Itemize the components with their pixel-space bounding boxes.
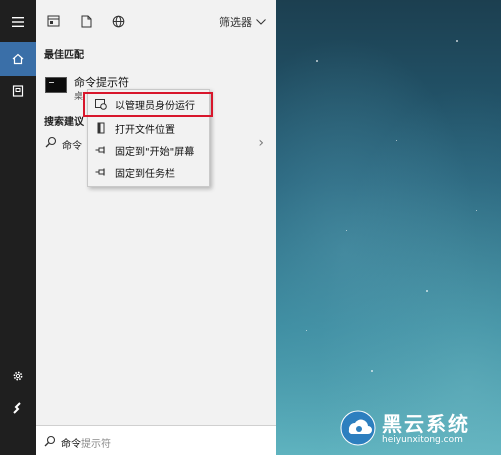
start-rail [0, 0, 36, 455]
search-input[interactable]: 命令提示符 [61, 435, 111, 450]
hamburger-menu-icon [12, 17, 24, 27]
watermark: 黑云系统 heiyunxitong.com [340, 408, 498, 452]
documents-button[interactable] [0, 74, 36, 108]
filter-dropdown[interactable]: 筛选器 [219, 15, 266, 29]
star [426, 290, 428, 292]
pin-to-start-menu-item[interactable]: 固定到"开始"屏幕 [88, 139, 209, 161]
star [371, 370, 373, 372]
web-search-query: 命令 [62, 141, 82, 152]
star [476, 210, 477, 211]
documents-filter-button[interactable] [78, 13, 94, 29]
settings-button[interactable] [0, 359, 36, 393]
run-as-admin-menu-item[interactable]: 以管理员身份运行 [88, 93, 209, 115]
star [346, 230, 347, 231]
menu-item-label: 以管理员身份运行 [115, 100, 195, 112]
search-icon [45, 136, 57, 148]
user-icon [13, 402, 21, 414]
result-name: 命令提示符 [74, 76, 129, 89]
search-icon [44, 435, 56, 447]
pin-icon [94, 165, 108, 179]
cloud-logo-icon [340, 410, 376, 446]
document-icon [12, 85, 24, 97]
web-search-heading: 搜索建议 [44, 117, 84, 128]
search-bar[interactable]: 命令提示符 [36, 425, 276, 455]
chevron-right-icon[interactable]: › [258, 135, 264, 151]
desktop-wallpaper [276, 0, 501, 455]
watermark-title: 黑云系统 [382, 412, 470, 436]
settings-icon [13, 371, 23, 381]
document-icon [81, 15, 91, 27]
pin-to-taskbar-menu-item[interactable]: 固定到任务栏 [88, 161, 209, 183]
result-subtitle: 桌 [74, 92, 84, 102]
filter-label: 筛选器 [219, 16, 252, 29]
search-autocomplete-text: 提示符 [81, 439, 111, 450]
best-match-heading: 最佳匹配 [44, 50, 84, 61]
home-icon [12, 53, 24, 65]
star [456, 40, 458, 42]
star [316, 60, 318, 62]
web-globe-icon [112, 15, 124, 27]
shield-run-icon [94, 97, 108, 111]
apps-icon [47, 15, 59, 27]
menu-item-label: 固定到任务栏 [115, 168, 175, 180]
home-button[interactable] [0, 42, 36, 76]
hamburger-menu-button[interactable] [0, 5, 36, 39]
watermark-url: heiyunxitong.com [382, 435, 463, 445]
context-menu: 以管理员身份运行 打开文件位置 固定到"开始"屏幕 固定到任务栏 [87, 89, 210, 187]
panel-toolbar: 筛选器 [36, 0, 276, 40]
apps-filter-button[interactable] [45, 13, 61, 29]
menu-item-label: 打开文件位置 [115, 124, 175, 136]
star [396, 140, 397, 141]
start-search-panel: 筛选器 最佳匹配 命令提示符 桌 搜索建议 命令 › [36, 0, 276, 455]
search-typed-text: 命令 [61, 439, 81, 450]
pin-icon [94, 143, 108, 157]
open-file-location-menu-item[interactable]: 打开文件位置 [88, 117, 209, 139]
star [306, 330, 307, 331]
file-location-icon [94, 121, 108, 135]
command-prompt-icon [45, 77, 67, 93]
user-button[interactable] [0, 391, 36, 425]
menu-item-label: 固定到"开始"屏幕 [115, 146, 195, 158]
chevron-down-icon [256, 19, 266, 25]
screen: 筛选器 最佳匹配 命令提示符 桌 搜索建议 命令 › 以管理员身份运行 打开文件… [0, 0, 501, 455]
web-filter-button[interactable] [110, 13, 126, 29]
